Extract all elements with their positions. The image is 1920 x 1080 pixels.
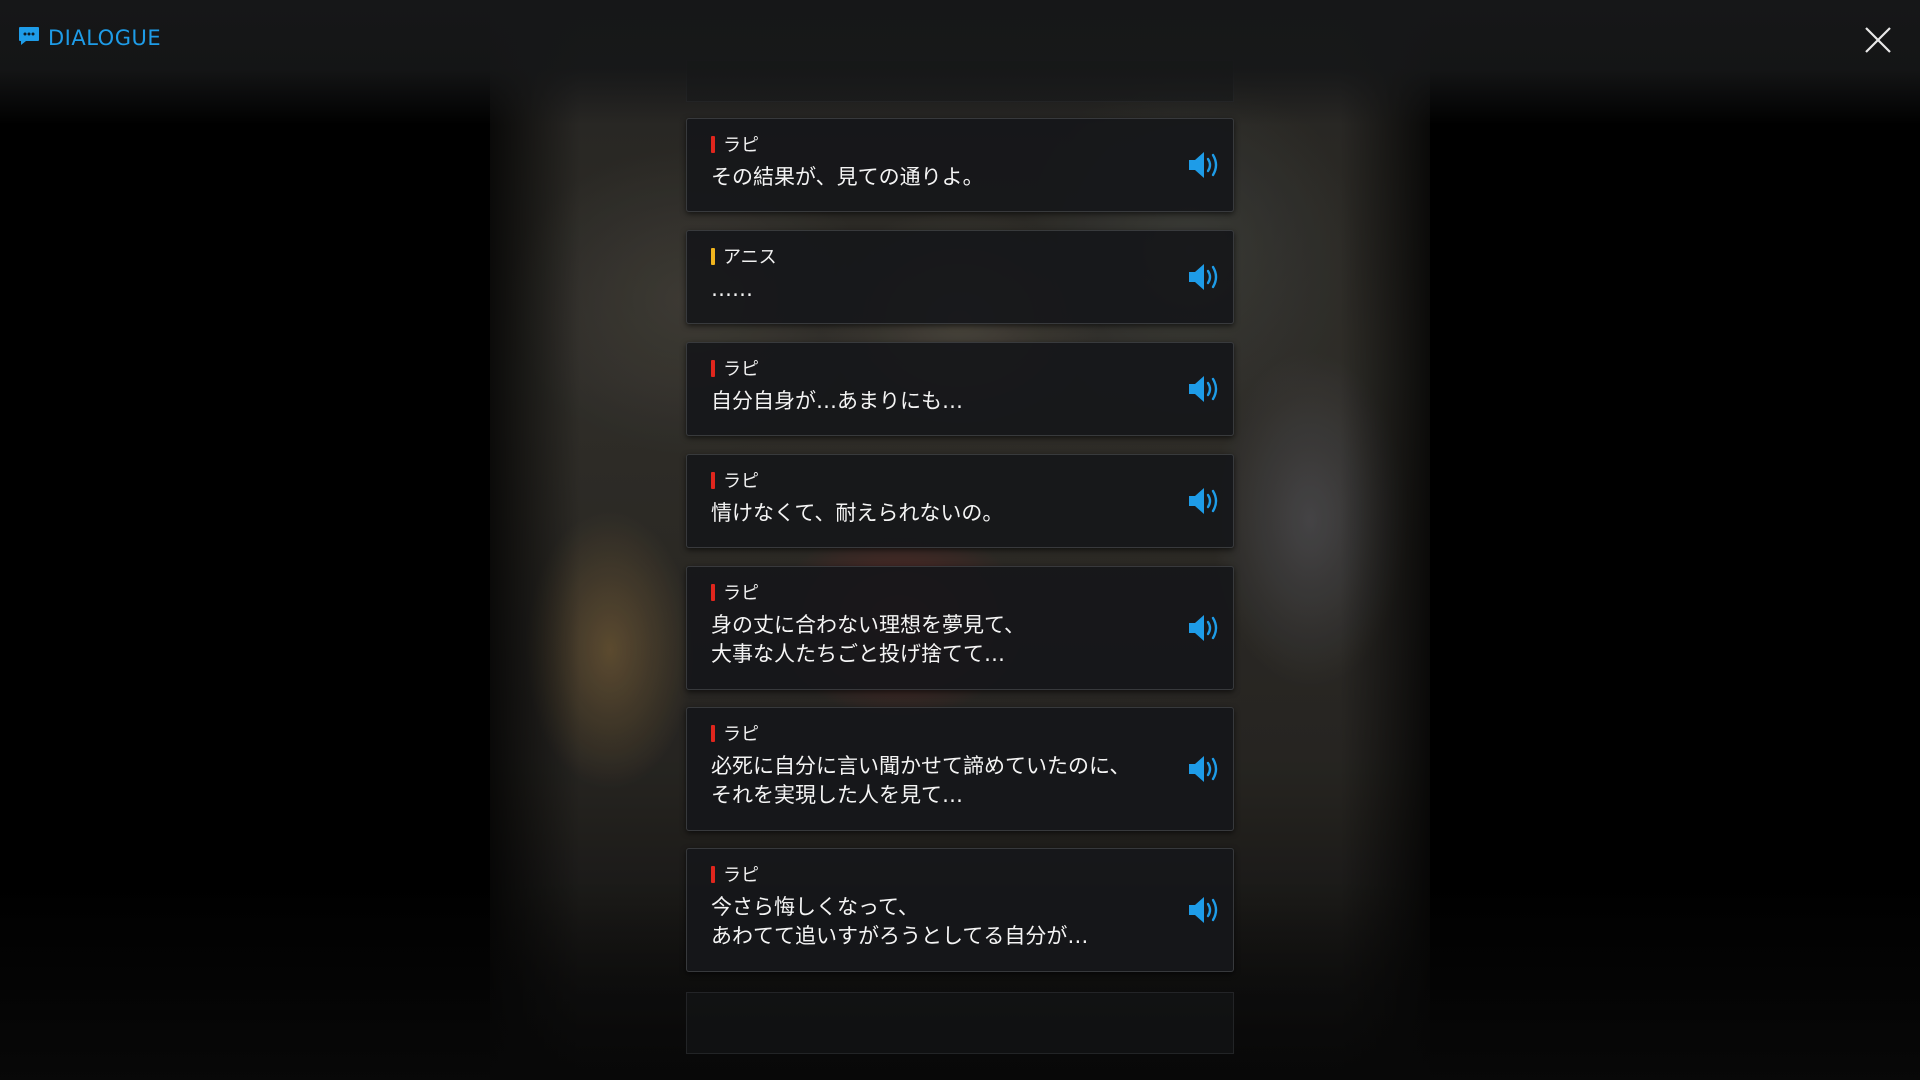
speaker-volume-icon (1189, 488, 1218, 514)
voice-play-button[interactable] (1187, 261, 1223, 293)
speaker-color-bar (711, 135, 715, 153)
speaker-color-bar (711, 247, 715, 265)
dialogue-text: 今さら悔しくなって、 あわてて追いすがろうとしてる自分が… (711, 895, 1089, 948)
dialogue-text: 必死に自分に言い聞かせて諦めていたのに、 それを実現した人を見て… (711, 754, 1131, 807)
speaker-tag: ラピ (711, 720, 759, 746)
dialogue-text: 身の丈に合わない理想を夢見て、 大事な人たちごと投げ捨てて… (711, 613, 1025, 666)
speaker-tag: アニス (711, 243, 777, 269)
dialogue-text: …… (711, 277, 753, 301)
speaker-name: ラピ (723, 359, 759, 380)
close-icon (1865, 27, 1891, 53)
header-title: DIALOGUE (18, 26, 161, 50)
dialogue-card-partial-bottom (686, 992, 1234, 1054)
dialogue-entry: ラピ自分自身が…あまりにも… (686, 342, 1234, 436)
speaker-volume-icon (1189, 615, 1218, 641)
dialogue-entry: ラピ必死に自分に言い聞かせて諦めていたのに、 それを実現した人を見て… (686, 707, 1234, 831)
dialogue-entry: アニス …… (686, 230, 1234, 324)
dialogue-text: その結果が、見ての通りよ。 (711, 165, 984, 189)
speaker-name: ラピ (723, 724, 759, 745)
speaker-tag: ラピ (711, 861, 759, 887)
dialogue-text: 自分自身が…あまりにも… (711, 389, 963, 413)
speaker-tag: ラピ (711, 579, 759, 605)
voice-play-button[interactable] (1187, 485, 1223, 517)
speaker-tag: ラピ (711, 467, 759, 493)
speaker-tag: ラピ (711, 131, 759, 157)
speaker-tag: ラピ (711, 355, 759, 381)
speaker-name: アニス (723, 247, 777, 268)
speaker-color-bar (711, 724, 715, 742)
dialogue-text: 情けなくて、耐えられないの。 (711, 501, 1004, 525)
header-title-text: DIALOGUE (48, 26, 162, 50)
speaker-name: ラピ (723, 471, 759, 492)
speaker-color-bar (711, 865, 715, 883)
speaker-color-bar (711, 583, 715, 601)
speaker-name: ラピ (723, 135, 759, 156)
voice-play-button[interactable] (1187, 753, 1223, 785)
dialogue-entry: ラピ今さら悔しくなって、 あわてて追いすがろうとしてる自分が… (686, 848, 1234, 972)
dialogue-entry: ラピ身の丈に合わない理想を夢見て、 大事な人たちごと投げ捨てて… (686, 566, 1234, 690)
header-bar: DIALOGUE (0, 0, 1920, 125)
speaker-volume-icon (1189, 376, 1218, 402)
voice-play-button[interactable] (1187, 149, 1223, 181)
speaker-volume-icon (1189, 264, 1218, 290)
speaker-name: ラピ (723, 865, 759, 886)
voice-play-button[interactable] (1187, 373, 1223, 405)
voice-play-button[interactable] (1187, 612, 1223, 644)
voice-play-button[interactable] (1187, 894, 1223, 926)
close-button[interactable] (1862, 24, 1894, 56)
dialogue-entry: ラピその結果が、見ての通りよ。 (686, 118, 1234, 212)
speaker-color-bar (711, 471, 715, 489)
speaker-volume-icon (1189, 897, 1218, 923)
speaker-volume-icon (1189, 756, 1218, 782)
dialogue-log-screen: DIALOGUE ラピ その結果が、見ての通りよ。 アニス…… ラピ 自分自身が…あまり… (0, 0, 1920, 1080)
chat-bubble-icon (18, 26, 40, 50)
dialogue-entry: ラピ情けなくて、耐えられないの。 (686, 454, 1234, 548)
speaker-name: ラピ (723, 583, 759, 604)
speaker-volume-icon (1189, 152, 1218, 178)
speaker-color-bar (711, 359, 715, 377)
